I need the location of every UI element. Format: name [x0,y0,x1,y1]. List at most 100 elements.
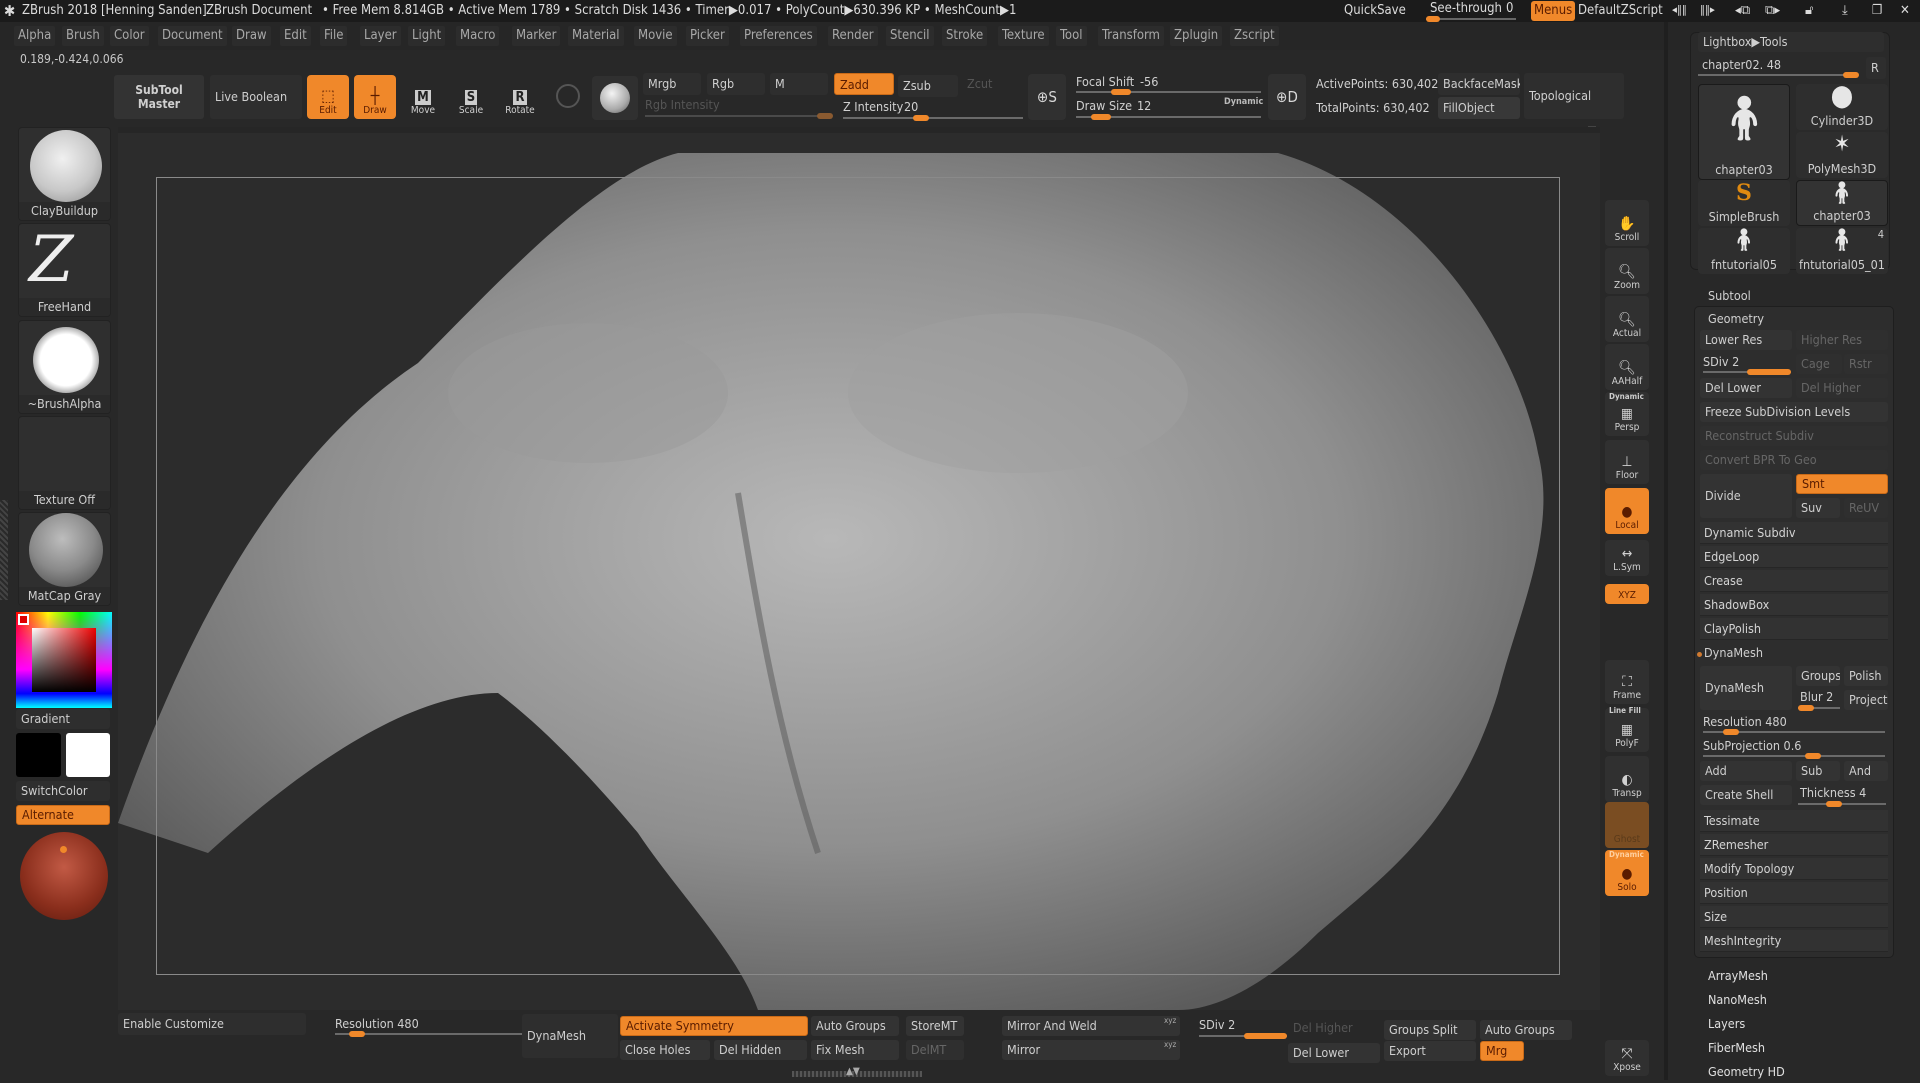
scroll-button[interactable]: ✋ Scroll [1605,200,1649,246]
focal-shift-knob[interactable] [1111,89,1131,95]
menu-zplugin[interactable]: Zplugin [1170,26,1223,46]
restore-icon[interactable]: ❐ [1872,3,1883,18]
rotate-button[interactable]: R Rotate [498,75,542,119]
project-toggle[interactable]: Project [1844,690,1888,710]
menu-movie[interactable]: Movie [634,26,677,46]
bottom-del-higher-button[interactable]: Del Higher [1288,1018,1380,1038]
blur-slider[interactable] [1798,705,1840,711]
menu-document[interactable]: Document [158,26,227,46]
xpose-button[interactable]: ⤧ Xpose [1605,1040,1649,1076]
auto-groups-button-bg[interactable]: Auto Groups [811,1016,899,1036]
tool-thumb[interactable]: 🧍︎ chapter03 [1698,84,1790,180]
section-nanomesh[interactable]: NanoMesh [1704,989,1892,1011]
thickness-knob[interactable] [1826,801,1842,807]
mrgb-button[interactable]: Mrgb [643,73,701,95]
sub-button[interactable]: Sub [1796,761,1840,781]
aahalf-button[interactable]: 🔍︎ AAHalf [1605,344,1649,390]
gradient-button[interactable]: Gradient [16,709,110,729]
menu-stencil[interactable]: Stencil [886,26,934,46]
bottom-sdiv-slider[interactable] [1199,1033,1287,1039]
current-tool-knob[interactable] [1843,72,1859,78]
color-saturation-square[interactable] [32,628,96,692]
thickness-slider[interactable] [1798,801,1886,807]
document-canvas[interactable] [118,127,1600,1010]
dynamic-toggle[interactable]: Dynamic [1224,97,1263,107]
section-meshintegrity[interactable]: MeshIntegrity [1700,930,1888,952]
subtool-master-button[interactable]: SubTool Master [114,75,204,119]
divide-button[interactable]: Divide [1700,474,1792,518]
enable-customize-button[interactable]: Enable Customize [118,1013,306,1035]
sculptris-pro-s-button[interactable]: ⊕S [1028,74,1066,120]
zsub-button[interactable]: Zsub [898,75,958,97]
sculptris-pro-d-button[interactable]: ⊕D [1268,74,1306,120]
transp-button[interactable]: ◐ Transp [1605,756,1649,802]
r-button[interactable]: R [1866,57,1886,79]
rstr-button[interactable]: Rstr [1844,354,1888,374]
section-claypolish[interactable]: ClayPolish [1700,618,1888,640]
material-selector[interactable]: MatCap Gray [18,512,111,606]
prev-layout-icon[interactable]: ◂⧉ [1735,3,1750,18]
higher-res-button[interactable]: Higher Res [1796,330,1888,350]
section-fibermesh[interactable]: FiberMesh [1704,1037,1892,1059]
rgb-button[interactable]: Rgb [707,73,765,95]
polish-toggle[interactable]: Polish [1844,666,1888,686]
suv-toggle[interactable]: Suv [1796,498,1840,518]
xyz-button[interactable]: XYZ [1605,584,1649,604]
color-picker[interactable] [16,612,112,708]
section-zremesher[interactable]: ZRemesher [1700,834,1888,856]
section-dynamic-subdiv[interactable]: Dynamic Subdiv [1700,522,1888,544]
bottom-sdiv-knob[interactable] [1244,1033,1287,1039]
close-icon[interactable]: ✕ [1900,3,1910,18]
tool-thumb[interactable]: 🧍︎ fntutorial05 [1698,228,1790,274]
menu-color[interactable]: Color [110,26,149,46]
subtool-header[interactable]: Subtool [1708,288,1751,303]
expand-collapse-icon[interactable]: ▲▼ [846,1066,860,1077]
dynamesh-button[interactable]: DynaMesh [1700,666,1792,710]
secondary-color-swatch[interactable] [16,733,61,777]
zoom-button[interactable]: 🔍︎ Zoom [1605,248,1649,294]
subprojection-knob[interactable] [1805,753,1821,759]
delmt-button[interactable]: DelMT [906,1040,964,1060]
section-size[interactable]: Size [1700,906,1888,928]
sdiv-knob[interactable] [1747,369,1791,375]
geometry-header[interactable]: Geometry [1708,311,1764,326]
edit-button[interactable]: ⬚ Edit [307,75,349,119]
ghost-button[interactable]: Ghost [1605,802,1649,848]
cage-button[interactable]: Cage [1796,354,1842,374]
mirror-and-weld-button[interactable]: Mirror And Weld [1002,1016,1180,1036]
move-button[interactable]: M Move [402,75,444,119]
shrink-interface-icon[interactable]: ◂‖‖ [1672,3,1687,16]
mirror-axis-icon[interactable]: xyz [1164,1016,1176,1025]
bottom-resolution-knob[interactable] [349,1031,365,1037]
mirror-button[interactable]: Mirror [1002,1040,1180,1060]
menu-tool[interactable]: Tool [1056,26,1087,46]
section-arraymesh[interactable]: ArrayMesh [1704,965,1892,987]
menu-material[interactable]: Material [568,26,624,46]
menu-preferences[interactable]: Preferences [740,26,817,46]
storemt-button[interactable]: StoreMT [906,1016,964,1036]
m-button[interactable]: M [770,73,828,95]
alpha-selector[interactable]: ~BrushAlpha [18,320,111,414]
topological-button[interactable]: Topological [1524,73,1624,119]
texture-selector[interactable]: Texture Off [18,416,111,510]
groups-toggle[interactable]: Groups [1796,666,1840,686]
sdiv-slider[interactable] [1703,369,1791,375]
expand-interface-icon[interactable]: ‖‖▸ [1700,3,1715,16]
tool-thumb[interactable]: S SimpleBrush [1698,180,1790,226]
focal-shift-slider[interactable] [1076,89,1261,95]
main-color-swatch[interactable] [66,733,110,777]
live-boolean-button[interactable]: Live Boolean [210,75,302,119]
section-tessimate[interactable]: Tessimate [1700,810,1888,832]
zcut-button[interactable]: Zcut [962,73,1012,95]
section-position[interactable]: Position [1700,882,1888,904]
menu-brush[interactable]: Brush [62,26,104,46]
menu-macro[interactable]: Macro [456,26,500,46]
menu-zscript[interactable]: Zscript [1230,26,1279,46]
minimize-icon[interactable]: ⤓ [1842,3,1848,18]
create-shell-button[interactable]: Create Shell [1700,785,1792,805]
mrg-toggle[interactable]: Mrg [1480,1041,1524,1061]
see-through-slider[interactable] [1426,16,1516,22]
section-layers[interactable]: Layers [1704,1013,1892,1035]
menu-picker[interactable]: Picker [686,26,729,46]
draw-button[interactable]: ┼ Draw [354,75,396,119]
